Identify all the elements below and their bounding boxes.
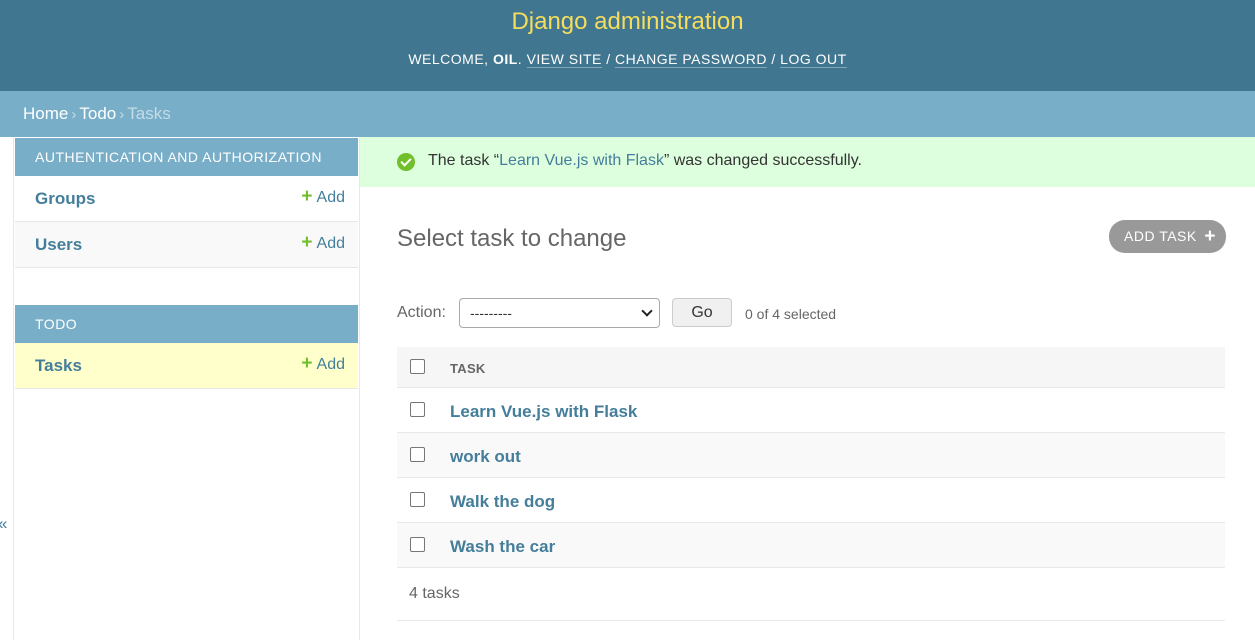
module-caption-auth[interactable]: Authentication and Authorization (15, 138, 358, 176)
site-name: Django administration (511, 8, 744, 35)
add-task-link[interactable]: + Add (301, 353, 345, 374)
breadcrumb-current: Tasks (127, 104, 171, 123)
go-button[interactable]: Go (672, 298, 732, 327)
table-row: Walk the dog (397, 478, 1225, 523)
select-all-checkbox[interactable] (410, 359, 425, 374)
plus-icon: + (301, 186, 313, 207)
module-caption-todo[interactable]: Todo (15, 305, 358, 343)
task-link[interactable]: Wash the car (450, 537, 555, 557)
sidebar-item-tasks-link[interactable]: Tasks (35, 356, 82, 376)
table-header: Task (397, 347, 1225, 388)
view-site-link[interactable]: View site (526, 51, 602, 68)
success-check-icon (397, 153, 415, 171)
breadcrumb: Home › Todo › Tasks (0, 91, 1255, 137)
column-header-task[interactable]: Task (450, 361, 486, 376)
action-selected-option: --------- (470, 305, 512, 321)
username: oil (492, 51, 518, 67)
add-label: Add (316, 189, 345, 206)
task-link[interactable]: work out (450, 447, 521, 467)
plus-icon: + (301, 232, 313, 253)
separator: / (771, 51, 776, 67)
separator: / (606, 51, 611, 67)
task-link[interactable]: Learn Vue.js with Flask (450, 402, 637, 422)
breadcrumb-home[interactable]: Home (23, 104, 68, 123)
add-label: Add (316, 235, 345, 252)
chevron-down-icon (641, 305, 653, 317)
row-checkbox[interactable] (410, 537, 425, 552)
user-tools: Welcome, oil. View site / Change passwor… (408, 51, 847, 68)
breadcrumb-separator: › (119, 106, 125, 123)
task-link[interactable]: Walk the dog (450, 492, 555, 512)
breadcrumb-todo[interactable]: Todo (79, 104, 116, 123)
row-checkbox[interactable] (410, 492, 425, 507)
table-row: Wash the car (397, 523, 1225, 568)
page-title: Select task to change (397, 225, 627, 252)
message-prefix: The task “ (428, 152, 500, 169)
sidebar-item-groups-link[interactable]: Groups (35, 189, 95, 209)
action-select[interactable]: --------- (459, 298, 660, 328)
actions-bar: Action: --------- Go 0 of 4 selected (397, 298, 1227, 328)
row-checkbox[interactable] (410, 447, 425, 462)
success-message: The task “Learn Vue.js with Flask” was c… (360, 137, 1255, 187)
plus-icon: + (1204, 226, 1216, 247)
toggle-nav-sidebar[interactable]: « (0, 137, 14, 640)
message-suffix: ” was changed successfully. (663, 152, 862, 169)
selection-counter: 0 of 4 selected (745, 306, 837, 322)
table-row: Learn Vue.js with Flask (397, 388, 1225, 433)
add-group-link[interactable]: + Add (301, 186, 345, 207)
add-task-label: Add task (1124, 228, 1197, 244)
add-label: Add (316, 356, 345, 373)
sidebar-item-users: Users + Add (15, 222, 358, 268)
welcome-text: Welcome, (408, 51, 489, 67)
nav-sidebar: Authentication and Authorization Groups … (14, 137, 360, 640)
log-out-link[interactable]: Log out (780, 51, 847, 68)
plus-icon: + (301, 353, 313, 374)
add-user-link[interactable]: + Add (301, 232, 345, 253)
message-task-link[interactable]: Learn Vue.js with Flask (499, 152, 664, 169)
sidebar-item-users-link[interactable]: Users (35, 235, 82, 255)
add-task-button[interactable]: Add task + (1109, 220, 1226, 253)
sidebar-item-tasks: Tasks + Add (15, 343, 358, 389)
breadcrumb-separator: › (71, 106, 77, 123)
action-label: Action: (397, 304, 446, 321)
sidebar-item-groups: Groups + Add (15, 176, 358, 222)
change-password-link[interactable]: Change password (615, 51, 767, 68)
paginator: 4 tasks (397, 568, 1225, 621)
collapse-sidebar-icon[interactable]: « (0, 514, 7, 534)
table-row: work out (397, 433, 1225, 478)
row-checkbox[interactable] (410, 402, 425, 417)
header: Django administration Welcome, oil. View… (0, 0, 1255, 91)
